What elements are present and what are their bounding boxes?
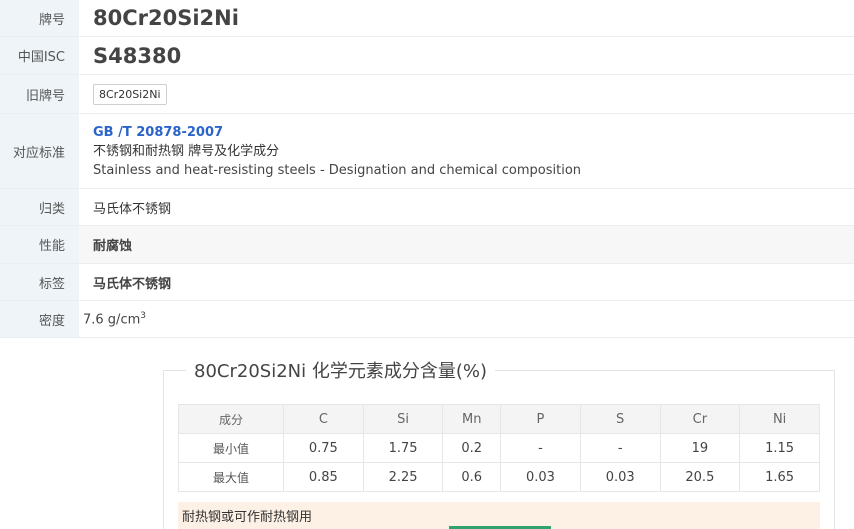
max-value: 0.85 [283,462,364,492]
element-header: C [283,404,364,434]
max-value: 0.6 [442,462,502,492]
min-value: 19 [659,433,741,463]
old-grade-badge[interactable]: 8Cr20Si2Ni [93,83,167,105]
standard-link[interactable]: GB /T 20878-2007 [93,123,581,142]
element-header: Mn [442,404,502,434]
standard-name-en: Stainless and heat-resisting steels - De… [93,162,582,178]
row-old-grade: 旧牌号 8Cr20Si2Ni [0,75,854,114]
max-value: 2.25 [362,462,444,492]
tag-value[interactable]: 马氏体不锈钢 [93,273,171,292]
max-value: 1.65 [739,462,820,492]
max-value: 20.5 [659,462,741,492]
row-category: 归类 马氏体不锈钢 [0,189,854,226]
grade-label: 牌号 [0,0,79,36]
min-label: 最小值 [178,433,284,463]
element-header: S [579,404,661,434]
composition-header-first: 成分 [178,404,284,434]
standard-label: 对应标准 [0,114,79,188]
min-value: 1.15 [739,433,820,463]
isc-value: S48380 [93,43,182,68]
category-value: 马氏体不锈钢 [93,201,172,217]
element-header: Ni [739,404,820,434]
row-property: 性能 耐腐蚀 [0,226,854,264]
category-label: 归类 [0,189,79,225]
composition-note: 耐热钢或可作耐热钢用 [178,502,820,529]
row-isc: 中国ISC S48380 [0,37,854,75]
composition-title: 80Cr20Si2Ni 化学元素成分含量(%) [186,357,495,383]
tag-label: 标签 [0,264,79,300]
max-label: 最大值 [178,462,284,492]
max-value: 0.03 [500,462,581,492]
composition-header-row: 成分 C Si Mn P S Cr Ni [178,404,820,434]
composition-table: 成分 C Si Mn P S Cr Ni 最小值 0.75 1.75 0.2 -… [178,404,820,492]
density-label: 密度 [0,301,79,337]
grade-value: 80Cr20Si2Ni [93,6,239,30]
property-value: 耐腐蚀 [93,239,133,254]
composition-max-row: 最大值 0.85 2.25 0.6 0.03 0.03 20.5 1.65 [178,462,820,492]
old-grade-label: 旧牌号 [0,75,79,113]
min-value: 0.75 [283,433,364,463]
row-tag: 标签 马氏体不锈钢 [0,264,854,301]
max-value: 0.03 [579,462,661,492]
standard-name-cn: 不锈钢和耐热钢 牌号及化学成分 [93,143,280,159]
row-density: 密度 7.6 g/cm3 [0,301,854,338]
isc-label: 中国ISC [0,37,79,74]
row-grade: 牌号 80Cr20Si2Ni [0,0,854,37]
density-exponent: 3 [140,310,146,321]
property-label: 性能 [0,226,79,263]
min-value: 1.75 [362,433,444,463]
min-value: 0.2 [442,433,502,463]
element-header: Si [362,404,444,434]
element-header: P [500,404,581,434]
row-standard: 对应标准 GB /T 20878-2007 不锈钢和耐热钢 牌号及化学成分 St… [0,114,854,189]
min-value: - [500,433,581,463]
min-value: - [579,433,661,463]
composition-min-row: 最小值 0.75 1.75 0.2 - - 19 1.15 [178,433,820,463]
material-info-table: 牌号 80Cr20Si2Ni 中国ISC S48380 旧牌号 8Cr20Si2… [0,0,854,338]
element-header: Cr [659,404,741,434]
density-value: 7.6 g/cm3 [83,310,146,328]
